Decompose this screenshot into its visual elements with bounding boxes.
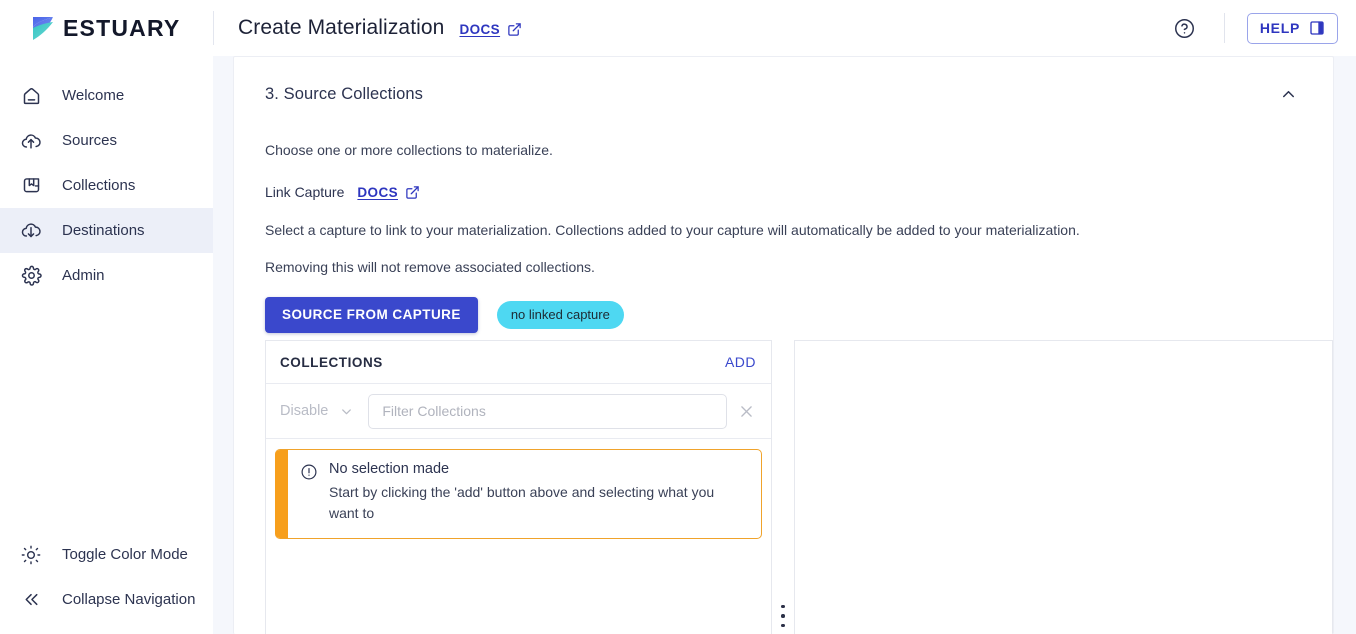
chevrons-left-icon (20, 589, 42, 611)
header-title-area: Create Materialization DOCS (214, 16, 1168, 40)
cloud-upload-icon (20, 130, 42, 152)
alert-accent-bar (275, 450, 288, 538)
add-collections-button[interactable]: ADD (725, 354, 756, 370)
sidebar-item-admin[interactable]: Admin (0, 253, 213, 298)
estuary-logo-icon (30, 14, 56, 42)
sun-icon (20, 544, 42, 566)
panel-open-icon (1309, 20, 1325, 36)
help-button[interactable]: HELP (1246, 12, 1338, 44)
filter-collections-input[interactable] (368, 393, 727, 429)
sidebar-item-destinations[interactable]: Destinations (0, 208, 213, 253)
disable-select[interactable]: Disable (280, 403, 368, 419)
sidebar-item-welcome[interactable]: Welcome (0, 73, 213, 118)
no-selection-alert: No selection made Start by clicking the … (275, 449, 762, 539)
choose-collections-text: Choose one or more collections to materi… (265, 142, 553, 158)
docs-link-label: DOCS (459, 22, 501, 37)
brand-name: ESTUARY (63, 14, 181, 41)
section-body: Choose one or more collections to materi… (234, 140, 1333, 333)
source-from-capture-button[interactable]: SOURCE FROM CAPTURE (265, 296, 478, 333)
link-capture-row: Link Capture DOCS (265, 184, 1302, 200)
content-card: 3. Source Collections Choose one or more… (233, 56, 1334, 634)
collections-toolbar: Disable (266, 384, 771, 439)
help-circle-icon[interactable] (1168, 11, 1202, 45)
sidebar-item-sources[interactable]: Sources (0, 118, 213, 163)
source-collections-section-header: 3. Source Collections (234, 57, 1333, 109)
alert-text-block: No selection made Start by clicking the … (329, 461, 747, 525)
linked-capture-chip[interactable]: no linked capture (496, 300, 624, 329)
select-capture-text: Select a capture to link to your materia… (265, 222, 1080, 239)
close-icon[interactable] (729, 394, 763, 428)
disable-select-value: Disable (280, 403, 329, 419)
external-link-icon (507, 22, 522, 37)
top-bar: ESTUARY Create Materialization DOCS HELP (0, 0, 1356, 56)
sidebar-item-label: Toggle Color Mode (62, 546, 188, 563)
help-button-label: HELP (1259, 20, 1300, 36)
docs-link[interactable]: DOCS (459, 22, 522, 37)
sidebar-item-label: Sources (62, 132, 118, 149)
sidebar-item-collections[interactable]: Collections (0, 163, 213, 208)
collection-details-panel (794, 340, 1333, 634)
link-capture-label: Link Capture (265, 184, 345, 201)
header-actions-divider (1223, 13, 1225, 43)
sidebar-item-toggle-color-mode[interactable]: Toggle Color Mode (0, 532, 213, 577)
alert-content: No selection made Start by clicking the … (288, 450, 761, 538)
sidebar-item-label: Collections (62, 177, 136, 194)
chevron-down-icon (339, 404, 354, 419)
top-bar-actions: HELP (1168, 11, 1356, 45)
link-capture-docs-label: DOCS (357, 184, 398, 200)
collections-panel-body: No selection made Start by clicking the … (266, 439, 771, 634)
capture-actions-row: SOURCE FROM CAPTURE no linked capture (265, 296, 1302, 333)
link-capture-docs-link[interactable]: DOCS (357, 185, 420, 200)
brand-logo[interactable]: ESTUARY (0, 0, 213, 56)
cloud-download-icon (20, 220, 42, 242)
collections-panel-header: COLLECTIONS ADD (266, 341, 771, 384)
external-link-icon (405, 185, 420, 200)
collections-icon (20, 175, 42, 197)
sidebar-item-label: Welcome (62, 87, 125, 104)
alert-circle-icon (300, 461, 318, 525)
pane-resize-handle[interactable] (772, 340, 794, 634)
home-icon (20, 85, 42, 107)
collections-panel-title: COLLECTIONS (280, 354, 383, 370)
section-title: 3. Source Collections (265, 84, 424, 103)
sidebar-secondary-nav: Toggle Color Mode Collapse Navigation (0, 532, 213, 634)
sidebar-item-label: Destinations (62, 222, 145, 239)
page-title: Create Materialization (238, 16, 445, 39)
sidebar-item-collapse-navigation[interactable]: Collapse Navigation (0, 577, 213, 622)
removing-capture-text: Removing this will not remove associated… (265, 258, 595, 275)
sidebar-primary-nav: Welcome Sources Collections Destinations… (0, 56, 213, 298)
app-root: ESTUARY Create Materialization DOCS HELP… (0, 0, 1356, 634)
sidebar-item-label: Admin (62, 267, 105, 284)
chevron-up-icon[interactable] (1273, 79, 1303, 109)
alert-message: Start by clicking the 'add' button above… (329, 484, 715, 522)
sidebar: Welcome Sources Collections Destinations… (0, 56, 213, 634)
alert-title: No selection made (329, 461, 450, 477)
sidebar-item-label: Collapse Navigation (62, 591, 196, 608)
resize-line (783, 340, 784, 634)
gear-icon (20, 265, 42, 287)
collections-panel: COLLECTIONS ADD Disable Filter Collectio… (265, 340, 772, 634)
collections-split-pane: COLLECTIONS ADD Disable Filter Collectio… (265, 340, 1333, 634)
